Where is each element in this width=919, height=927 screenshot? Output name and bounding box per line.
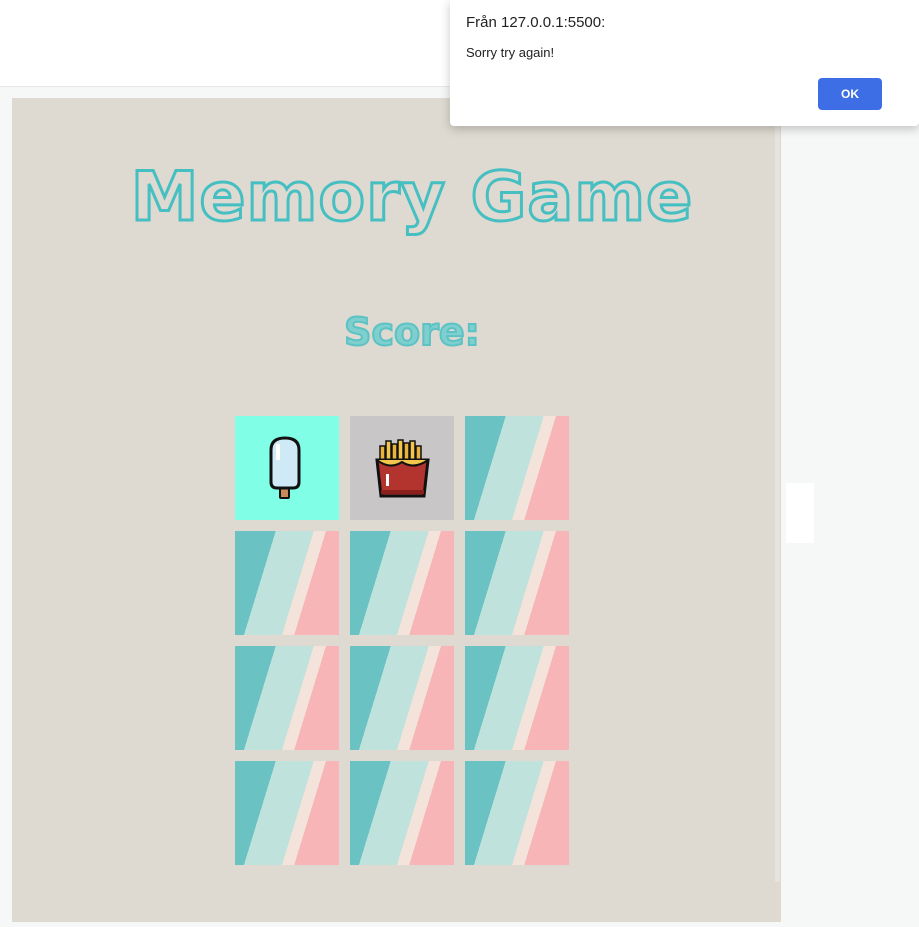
memory-card-back[interactable] — [350, 646, 454, 750]
memory-card-back[interactable] — [350, 761, 454, 865]
memory-card-back[interactable] — [235, 761, 339, 865]
alert-dialog: Från 127.0.0.1:5500: Sorry try again! OK — [450, 0, 919, 126]
alert-title: Från 127.0.0.1:5500: — [466, 14, 606, 31]
side-handle — [786, 483, 814, 543]
memory-card-back[interactable] — [465, 761, 569, 865]
memory-card[interactable] — [235, 416, 339, 520]
popsicle-icon — [269, 436, 301, 499]
score-label: Score: — [343, 309, 481, 355]
memory-card-back[interactable] — [465, 531, 569, 635]
game-stage: Memory Game Score: — [12, 98, 781, 922]
memory-card-back[interactable] — [235, 646, 339, 750]
memory-card-back[interactable] — [350, 531, 454, 635]
alert-message: Sorry try again! — [466, 45, 555, 60]
ok-button[interactable]: OK — [818, 78, 882, 110]
memory-card-back[interactable] — [235, 531, 339, 635]
memory-card[interactable] — [350, 416, 454, 520]
card-grid — [235, 416, 569, 865]
game-title: Memory Game — [129, 157, 694, 239]
right-side-panel — [800, 87, 919, 927]
stage-edge — [775, 98, 780, 882]
french-fries-icon — [375, 439, 430, 498]
memory-card-back[interactable] — [465, 646, 569, 750]
memory-card-back[interactable] — [465, 416, 569, 520]
